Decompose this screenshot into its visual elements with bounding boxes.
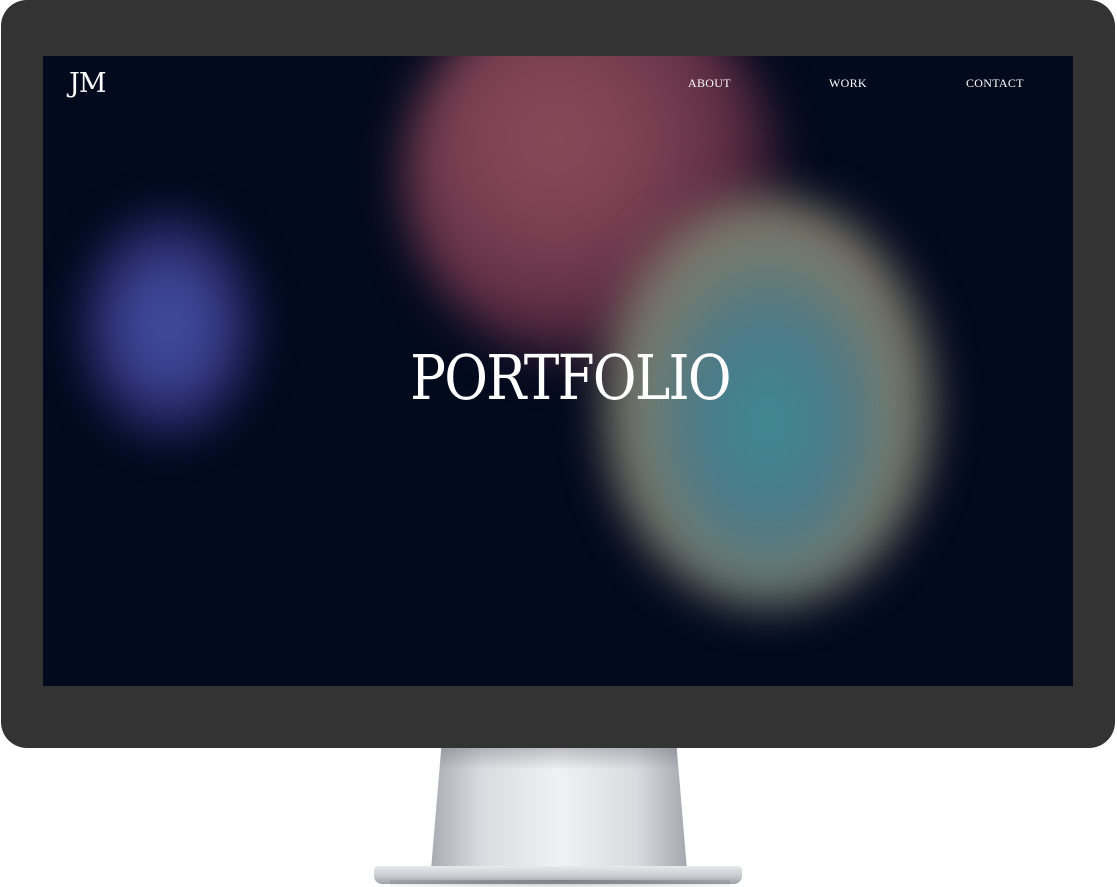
monitor-stand-shade (439, 748, 679, 770)
nav-link-contact[interactable]: CONTACT (966, 76, 1024, 91)
nav-link-work[interactable]: WORK (829, 76, 867, 91)
website-screen: JM ABOUT WORK CONTACT PORTFOLIO (43, 56, 1073, 686)
nav-link-about[interactable]: ABOUT (688, 76, 731, 91)
site-logo[interactable]: JM (69, 68, 106, 99)
monitor-stand-shadow (390, 880, 730, 887)
monitor-mockup: JM ABOUT WORK CONTACT PORTFOLIO (0, 0, 1117, 887)
hero-title: PORTFOLIO (410, 341, 732, 414)
